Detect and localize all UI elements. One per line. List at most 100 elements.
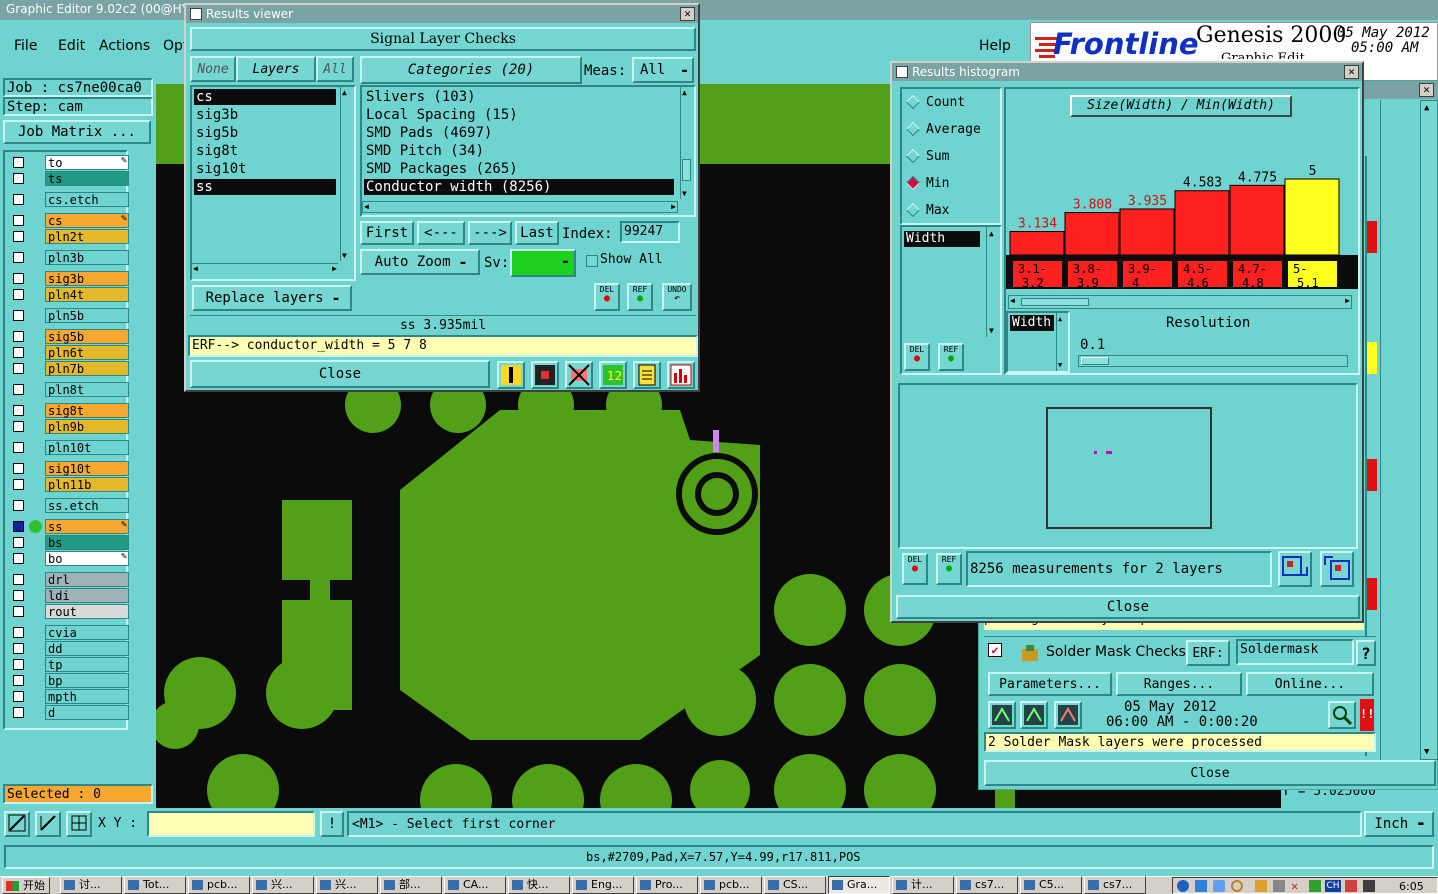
layer-row-ss[interactable]: ss ✎ [11,519,129,534]
resolution-scroll[interactable]: ▲ ▼ [1056,313,1068,371]
layer-row-pln10t[interactable]: pln10t [11,440,129,455]
layer-name[interactable]: drl [45,572,129,587]
prev-button[interactable]: <--- [417,221,465,245]
ranges-button[interactable]: Ranges... [1116,672,1242,696]
job-matrix-button[interactable]: Job Matrix ... [3,120,151,144]
tray-icon[interactable] [1255,880,1267,892]
taskbar-item[interactable]: Pro... [636,876,698,894]
menu-help[interactable]: Help [979,38,1011,54]
run-stop-icon[interactable] [1054,701,1082,729]
layer-checkbox[interactable] [13,273,24,284]
measure-icon[interactable] [35,811,61,837]
layer-checkbox[interactable] [13,463,24,474]
histogram-bar[interactable] [1009,231,1065,256]
menu-edit[interactable]: Edit [58,38,85,54]
language-icon[interactable]: CH [1325,880,1341,892]
category-hscroll[interactable]: ◀ ▶ [362,201,678,213]
scroll-down-icon[interactable]: ▼ [1424,747,1429,757]
histogram-close-button[interactable]: Close [896,595,1360,619]
result-layer-item[interactable]: sig3b [194,107,336,123]
layer-checkbox[interactable] [13,331,24,342]
layer-row-cvia[interactable]: cvia [11,625,129,640]
edit-icon[interactable]: ✎ [121,213,127,224]
layer-checkbox[interactable] [13,627,24,638]
tray-icon[interactable] [1213,880,1225,892]
taskbar-item[interactable]: 讨... [60,876,122,894]
layer-name[interactable]: pln2t [45,229,129,244]
radio-icon[interactable] [905,94,921,110]
erf-button[interactable]: ERF: [1186,640,1230,666]
stat-option-min[interactable]: Min [905,174,998,194]
layer-row-bs[interactable]: bs [11,535,129,550]
layer-checkbox[interactable] [13,384,24,395]
hist-del-icon[interactable]: DEL ● [904,343,930,371]
layer-row-sig3b[interactable]: sig3b [11,271,129,286]
layer-row-pln7b[interactable]: pln7b [11,361,129,376]
taskbar-item[interactable]: cs7... [956,876,1018,894]
layer-list-scrollbar[interactable]: ▲ ▼ [340,87,352,261]
taskbar-item[interactable]: pcb... [188,876,250,894]
index-input[interactable]: 99247 [620,221,680,243]
layer-row-pln4t[interactable]: pln4t [11,287,129,302]
layer-checkbox[interactable] [13,194,24,205]
resolution-field-width[interactable]: Width [1010,315,1054,331]
stat-option-average[interactable]: Average [905,120,998,140]
layer-row-bo[interactable]: bo ✎ [11,551,129,566]
import-icon[interactable] [1320,551,1354,587]
radio-icon[interactable] [905,121,921,137]
layer-list-hscroll[interactable]: ◀ ▶ [192,263,338,275]
taskbar-item[interactable]: cs7... [1084,876,1146,894]
layer-row-dd[interactable]: dd [11,641,129,656]
result-layer-item[interactable]: sig5b [194,125,336,141]
taskbar-item[interactable]: CS... [764,876,826,894]
grid-icon[interactable] [66,811,92,837]
layer-checkbox[interactable] [13,421,24,432]
layer-name[interactable]: pln5b [45,308,129,323]
layer-row-tp[interactable]: tp [11,657,129,672]
taskbar-item[interactable]: pcb... [700,876,762,894]
layer-checkbox[interactable] [13,479,24,490]
layer-row-pln11b[interactable]: pln11b [11,477,129,492]
layer-checkbox[interactable] [13,215,24,226]
tray-icon[interactable] [1309,880,1321,892]
layer-checkbox[interactable] [13,289,24,300]
taskbar-item[interactable]: Eng... [572,876,634,894]
layer-row-pln6t[interactable]: pln6t [11,345,129,360]
layer-row-pln5b[interactable]: pln5b [11,308,129,323]
ie-icon[interactable] [1177,880,1189,892]
erf-field[interactable]: Soldermask [1236,639,1354,665]
layer-checkbox[interactable] [13,347,24,358]
close-icon[interactable]: ✕ [680,7,695,21]
severity-dropdown[interactable]: ▬ [510,249,576,277]
last-button[interactable]: Last [515,221,559,245]
taskbar-item[interactable]: Tot... [124,876,186,894]
layer-checkbox[interactable] [13,659,24,670]
category-item[interactable]: Slivers (103) [364,89,674,105]
meas-dropdown[interactable]: All ▬ [632,57,694,83]
scroll-thumb[interactable] [1021,298,1089,306]
edit-icon[interactable]: ✎ [121,155,127,166]
del-icon[interactable]: DEL ● [594,283,620,311]
resolution-slider[interactable] [1078,355,1348,367]
category-item[interactable]: SMD Pitch (34) [364,143,674,159]
layer-checkbox[interactable] [13,643,24,654]
category-item[interactable]: SMD Pads (4697) [364,125,674,141]
result-layer-item[interactable]: sig10t [194,161,336,177]
run-icon[interactable] [988,701,1016,729]
layer-name[interactable]: bo [45,551,129,566]
auto-zoom-dropdown[interactable]: Auto Zoom ▬ [360,249,480,275]
layer-row-ss-etch[interactable]: ss.etch [11,498,129,513]
layer-name[interactable]: cs [45,213,129,228]
taskbar-item[interactable]: C5... [1020,876,1082,894]
layer-checkbox[interactable] [13,553,24,564]
taskbar-item[interactable]: 兴... [316,876,378,894]
menu-actions[interactable]: Actions [99,38,150,54]
layer-name[interactable]: pln3b [45,250,129,265]
layer-name[interactable]: ss.etch [45,498,129,513]
layer-checkbox[interactable] [13,252,24,263]
layer-name[interactable]: bs [45,535,129,550]
undo-icon[interactable]: UNDO ↶ [662,283,692,311]
result-layer-item[interactable]: cs [194,89,336,105]
actions-scrollbar[interactable]: ▲ ▼ [1420,100,1438,760]
taskbar-item[interactable]: 兴... [252,876,314,894]
